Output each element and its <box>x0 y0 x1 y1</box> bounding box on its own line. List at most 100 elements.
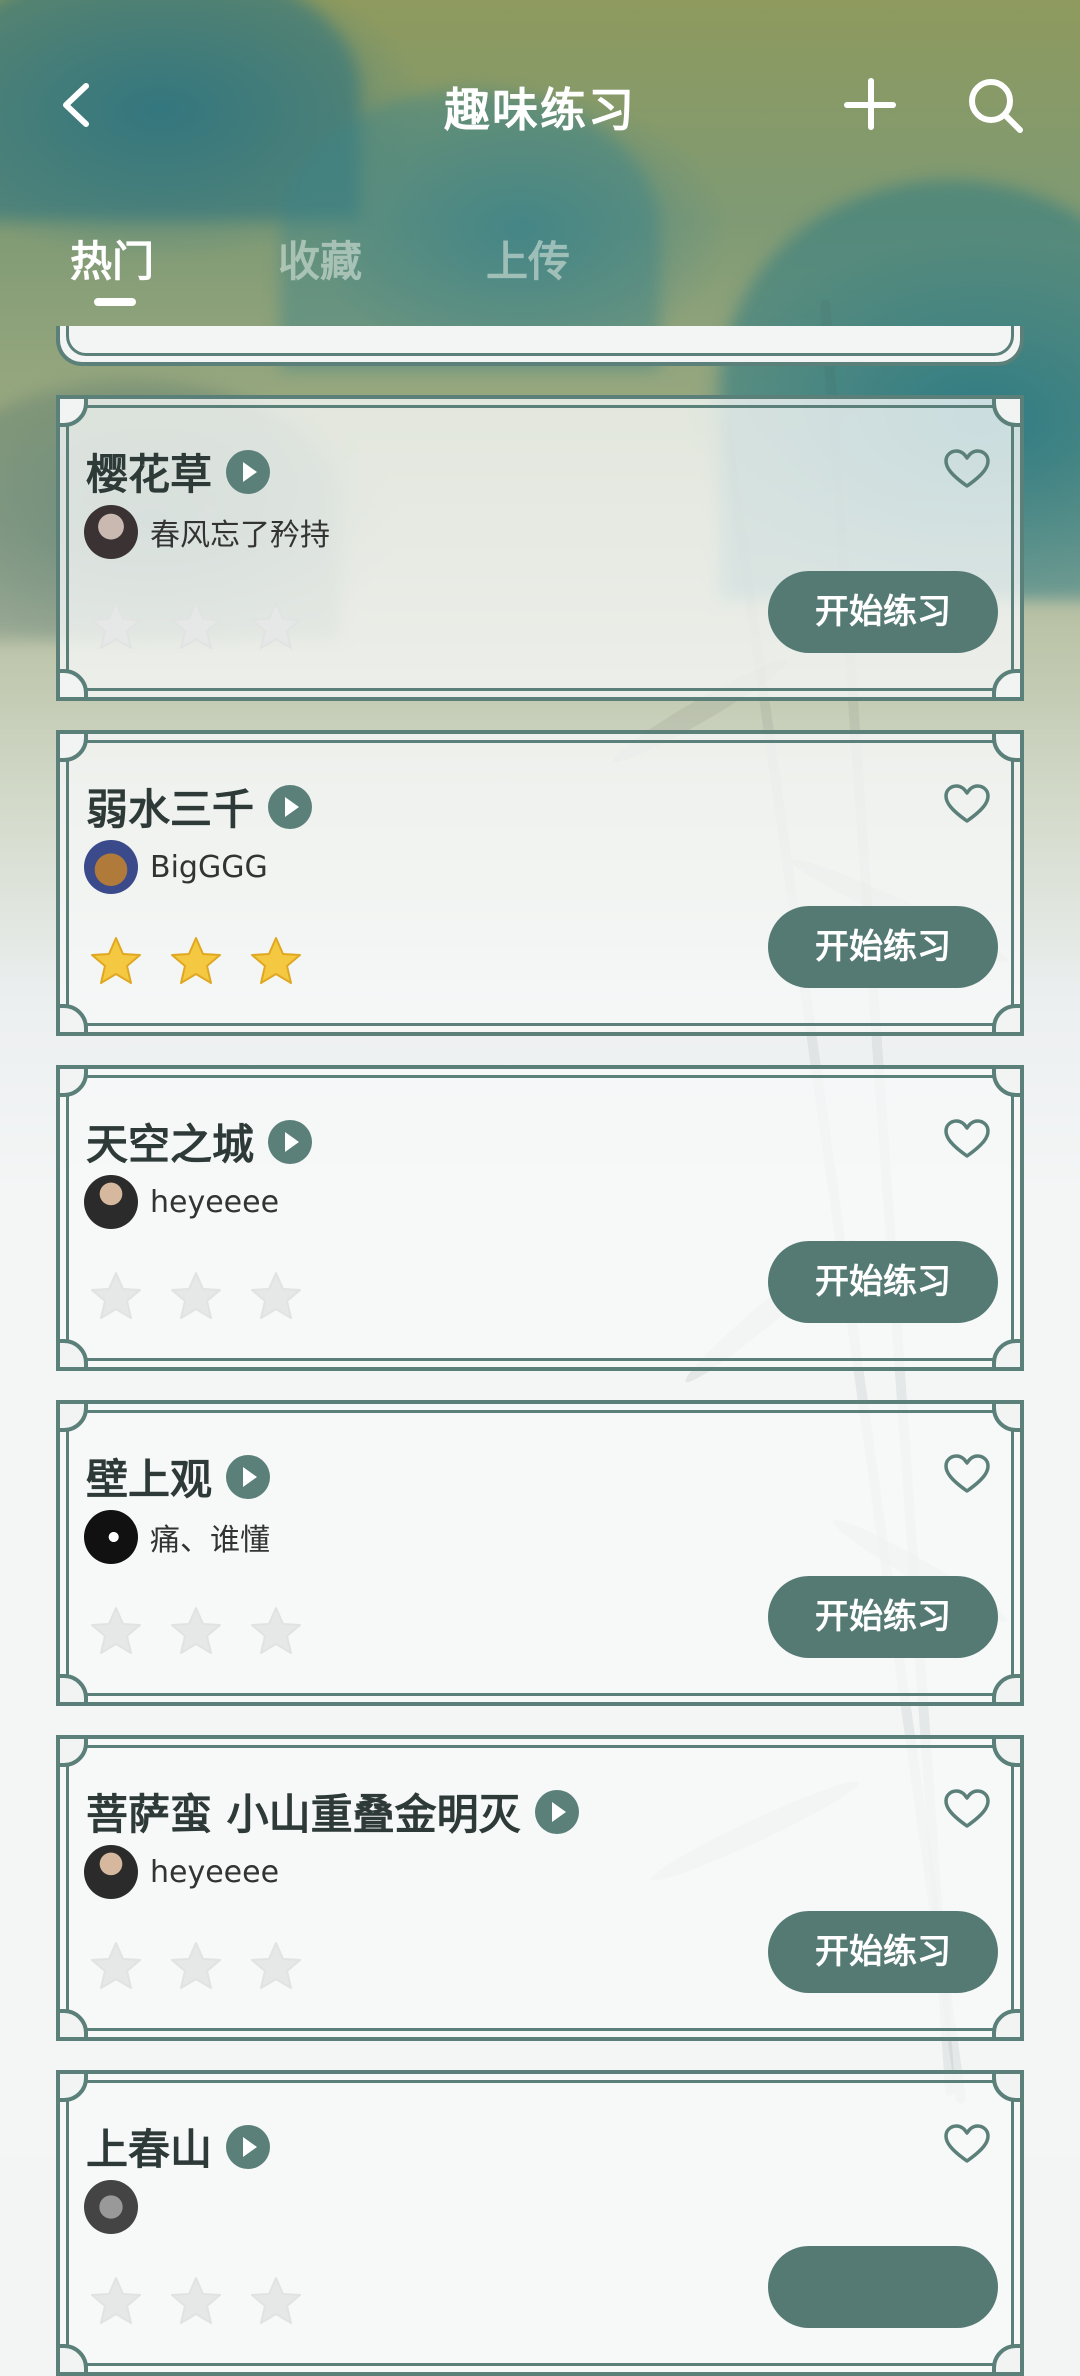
frame-corner <box>992 2344 1024 2376</box>
song-title-row: 上春山 <box>86 2116 271 2177</box>
avatar[interactable] <box>84 1175 138 1229</box>
song-title: 菩萨蛮 小山重叠金明灭 <box>86 1790 521 1839</box>
start-practice-button[interactable]: 开始练习 <box>768 906 998 988</box>
heart-icon[interactable] <box>944 1119 990 1159</box>
song-title: 樱花草 <box>86 450 213 499</box>
start-practice-button[interactable]: 开始练习 <box>768 1241 998 1323</box>
heart-icon[interactable] <box>944 2124 990 2164</box>
frame-corner <box>992 2009 1024 2041</box>
star-rating <box>88 599 328 655</box>
frame-corner <box>992 1004 1024 1036</box>
previous-card-bottom <box>56 326 1024 366</box>
frame-corner <box>992 669 1024 701</box>
author-row: 春风忘了矜持 <box>84 505 330 559</box>
heart-icon[interactable] <box>944 1454 990 1494</box>
frame-corner <box>56 730 88 762</box>
play-icon[interactable] <box>226 2124 271 2169</box>
frame-corner <box>56 2070 88 2102</box>
star-empty-icon <box>251 602 301 649</box>
frame-corner <box>56 395 88 427</box>
avatar[interactable] <box>84 1845 138 1899</box>
tab-hot[interactable]: 热门 <box>70 228 154 289</box>
practice-card[interactable]: 壁上观 痛、谁懂 开始练习 <box>56 1400 1024 1706</box>
tab-favorites[interactable]: 收藏 <box>278 228 362 289</box>
star-empty-icon <box>251 1942 301 1989</box>
song-title-row: 菩萨蛮 小山重叠金明灭 <box>86 1781 579 1842</box>
tab-upload[interactable]: 上传 <box>486 228 570 289</box>
frame-corner <box>992 1065 1024 1097</box>
play-icon[interactable] <box>226 1454 271 1499</box>
heart-icon[interactable] <box>944 449 990 489</box>
frame-corner <box>56 669 88 701</box>
star-empty-icon <box>171 1607 221 1654</box>
author-row: heyeeee <box>84 1845 279 1899</box>
star-empty-icon <box>91 602 141 649</box>
heart-icon[interactable] <box>944 1789 990 1829</box>
frame-corner <box>56 1004 88 1036</box>
frame-corner <box>56 1674 88 1706</box>
frame-corner <box>56 1065 88 1097</box>
play-icon[interactable] <box>268 1119 313 1164</box>
star-empty-icon <box>91 1942 141 1989</box>
star-filled-icon <box>91 937 141 984</box>
frame-corner <box>992 1735 1024 1767</box>
practice-card[interactable]: 樱花草 春风忘了矜持 开始练习 <box>56 395 1024 701</box>
star-rating <box>88 1269 328 1325</box>
author-row: heyeeee <box>84 1175 279 1229</box>
author-name: 春风忘了矜持 <box>150 518 330 553</box>
star-empty-icon <box>171 1272 221 1319</box>
frame-corner <box>992 730 1024 762</box>
song-title-row: 樱花草 <box>86 441 271 502</box>
song-title: 壁上观 <box>86 1455 213 1504</box>
author-row: BigGGG <box>84 840 268 894</box>
author-name: heyeeee <box>150 1184 280 1220</box>
author-name: heyeeee <box>150 1854 280 1890</box>
song-title: 弱水三千 <box>86 785 255 834</box>
author-row <box>84 2180 150 2234</box>
song-title-row: 弱水三千 <box>86 776 313 837</box>
star-filled-icon <box>251 937 301 984</box>
practice-card[interactable]: 菩萨蛮 小山重叠金明灭 heyeeee 开始练习 <box>56 1735 1024 2041</box>
active-tab-indicator <box>94 298 136 306</box>
frame-corner <box>56 1400 88 1432</box>
frame-corner <box>992 1339 1024 1371</box>
top-bar: 趣味练习 <box>0 60 1080 150</box>
frame-corner <box>56 1339 88 1371</box>
star-empty-icon <box>171 2277 221 2324</box>
star-rating <box>88 934 328 990</box>
start-practice-button[interactable]: 开始练习 <box>768 1911 998 1993</box>
song-title: 天空之城 <box>86 1120 255 1169</box>
star-filled-icon <box>171 937 221 984</box>
star-empty-icon <box>251 2277 301 2324</box>
avatar[interactable] <box>84 840 138 894</box>
plus-icon[interactable] <box>840 74 900 134</box>
star-empty-icon <box>91 1607 141 1654</box>
star-rating <box>88 2274 328 2330</box>
practice-card[interactable]: 天空之城 heyeeee 开始练习 <box>56 1065 1024 1371</box>
song-title-row: 壁上观 <box>86 1446 271 1507</box>
star-empty-icon <box>171 602 221 649</box>
frame-corner <box>992 2070 1024 2102</box>
avatar[interactable] <box>84 505 138 559</box>
start-practice-button[interactable]: 开始练习 <box>768 1576 998 1658</box>
frame-corner <box>56 1735 88 1767</box>
star-rating <box>88 1604 328 1660</box>
heart-icon[interactable] <box>944 784 990 824</box>
start-practice-button[interactable]: 开始练习 <box>768 571 998 653</box>
avatar[interactable] <box>84 1510 138 1564</box>
avatar[interactable] <box>84 2180 138 2234</box>
play-icon[interactable] <box>226 449 271 494</box>
song-title: 上春山 <box>86 2125 213 2174</box>
star-empty-icon <box>91 1272 141 1319</box>
play-icon[interactable] <box>534 1789 579 1834</box>
star-empty-icon <box>91 2277 141 2324</box>
frame-corner <box>992 395 1024 427</box>
practice-card[interactable]: 弱水三千 BigGGG 开始练习 <box>56 730 1024 1036</box>
practice-card[interactable]: 上春山 <box>56 2070 1024 2376</box>
star-empty-icon <box>251 1272 301 1319</box>
start-practice-button[interactable] <box>768 2246 998 2328</box>
search-icon[interactable] <box>966 76 1026 136</box>
author-name: 痛、谁懂 <box>150 1523 270 1558</box>
play-icon[interactable] <box>268 784 313 829</box>
frame-corner <box>992 1400 1024 1432</box>
